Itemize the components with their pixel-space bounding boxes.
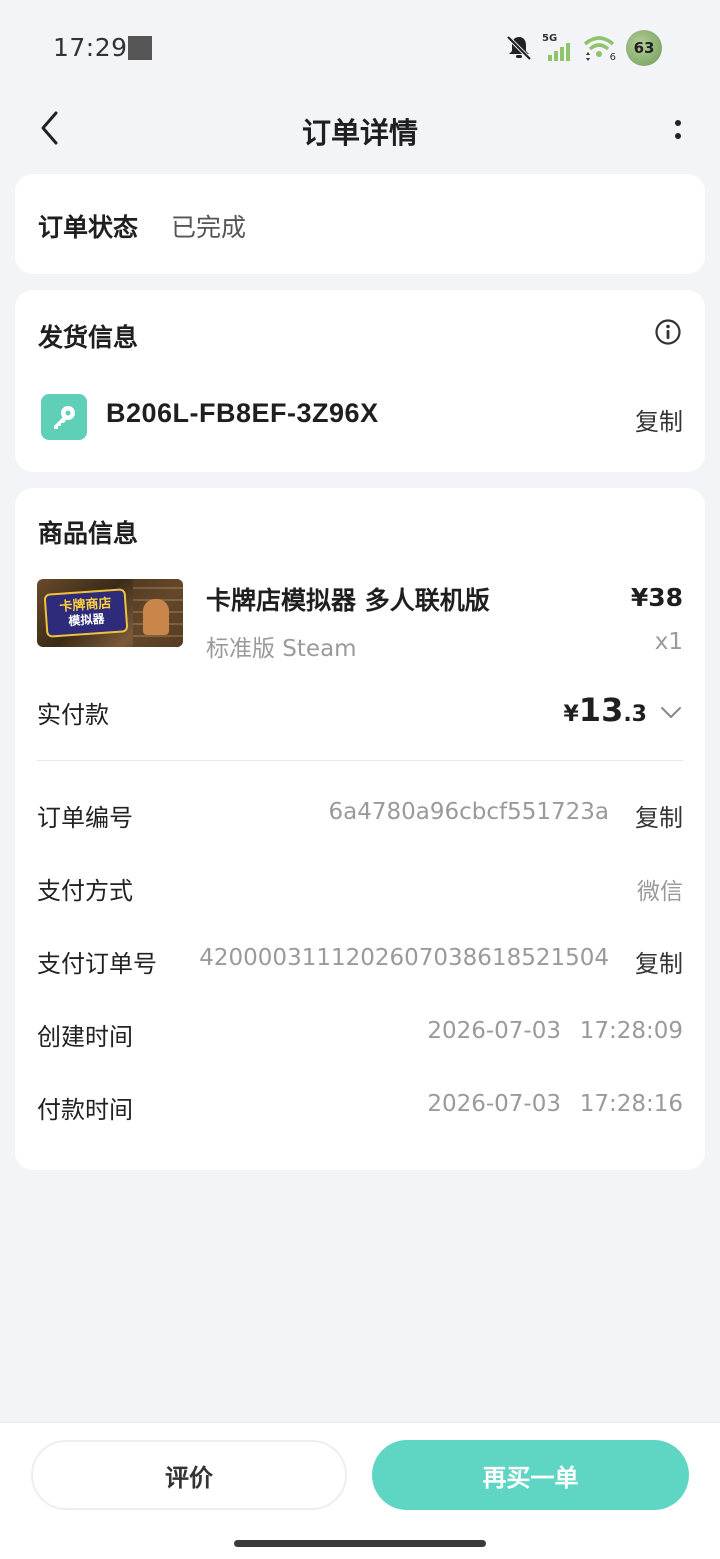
- paid-integer: 13: [578, 691, 624, 729]
- home-indicator[interactable]: [234, 1540, 486, 1547]
- status-bar: 17:29 5G 6 63: [0, 0, 720, 96]
- notification-square-icon: [128, 36, 152, 60]
- buy-again-button[interactable]: 再买一单: [372, 1440, 689, 1510]
- paid-amount-label: 实付款: [37, 701, 109, 729]
- status-icons: 5G 6 63: [504, 30, 662, 66]
- product-price: ¥38: [630, 583, 683, 612]
- order-status-label: 订单状态: [38, 213, 139, 242]
- created-time-label: 创建时间: [37, 1023, 133, 1051]
- order-status-value: 已完成: [171, 213, 247, 242]
- copy-payment-order-button[interactable]: 复制: [635, 944, 683, 979]
- divider: [37, 760, 683, 761]
- payment-method-label: 支付方式: [37, 877, 133, 905]
- more-button[interactable]: [666, 110, 690, 150]
- created-date-value: 2026-07-03: [427, 1018, 561, 1044]
- thumb-logo: 卡牌商店 模拟器: [43, 588, 129, 638]
- paid-currency: ¥: [563, 702, 579, 727]
- network-label: 5G: [542, 33, 558, 44]
- page-title: 订单详情: [301, 116, 418, 150]
- info-icon[interactable]: [654, 318, 682, 346]
- battery-icon: 63: [626, 30, 662, 66]
- paid-decimal: .3: [623, 702, 647, 727]
- product-edition: 标准版 Steam: [206, 636, 357, 662]
- wifi-badge: 6: [609, 52, 616, 63]
- product-card: 商品信息 卡牌商店 模拟器 卡牌店模拟器 多人联机版 ¥38 标准版 Steam…: [15, 488, 705, 1170]
- status-time: 17:29: [53, 33, 128, 62]
- payment-time-value: 17:28:16: [579, 1091, 683, 1117]
- product-quantity: x1: [654, 629, 683, 655]
- payment-date-value: 2026-07-03: [427, 1091, 561, 1117]
- order-status-card: 订单状态 已完成: [15, 174, 705, 274]
- wifi-icon: 6: [582, 33, 616, 63]
- activation-key-code: B206L-FB8EF-3Z96X: [106, 398, 379, 428]
- copy-order-number-button[interactable]: 复制: [635, 798, 683, 833]
- header: 订单详情: [0, 96, 720, 162]
- delivery-title: 发货信息: [38, 323, 139, 352]
- paid-amount: ¥13.3: [563, 691, 647, 729]
- review-button[interactable]: 评价: [31, 1440, 347, 1510]
- order-number-label: 订单编号: [37, 804, 133, 832]
- bottom-action-bar: 评价 再买一单: [0, 1422, 720, 1559]
- delivery-card: 发货信息 B206L-FB8EF-3Z96X 复制: [15, 290, 705, 472]
- product-name[interactable]: 卡牌店模拟器 多人联机版: [206, 581, 490, 617]
- order-number-value: 6a4780a96cbcf551723a: [328, 799, 609, 825]
- thumb-figure-decoration: [143, 599, 169, 635]
- payment-order-number-value: 4200003111202607038618521504: [199, 945, 609, 971]
- payment-time-label: 付款时间: [37, 1096, 133, 1124]
- product-thumbnail[interactable]: 卡牌商店 模拟器: [37, 579, 183, 647]
- copy-key-button[interactable]: 复制: [635, 402, 683, 437]
- more-vertical-icon: [675, 120, 681, 139]
- created-time-value: 17:28:09: [579, 1018, 683, 1044]
- notifications-muted-icon: [504, 33, 534, 63]
- key-icon: [41, 394, 87, 440]
- payment-method-value: 微信: [637, 879, 683, 905]
- signal-icon: 5G: [542, 33, 572, 63]
- chevron-down-icon[interactable]: [659, 700, 683, 724]
- payment-order-number-label: 支付订单号: [37, 950, 157, 978]
- thumb-logo-line2: 模拟器: [68, 611, 105, 629]
- product-section-title: 商品信息: [38, 519, 139, 548]
